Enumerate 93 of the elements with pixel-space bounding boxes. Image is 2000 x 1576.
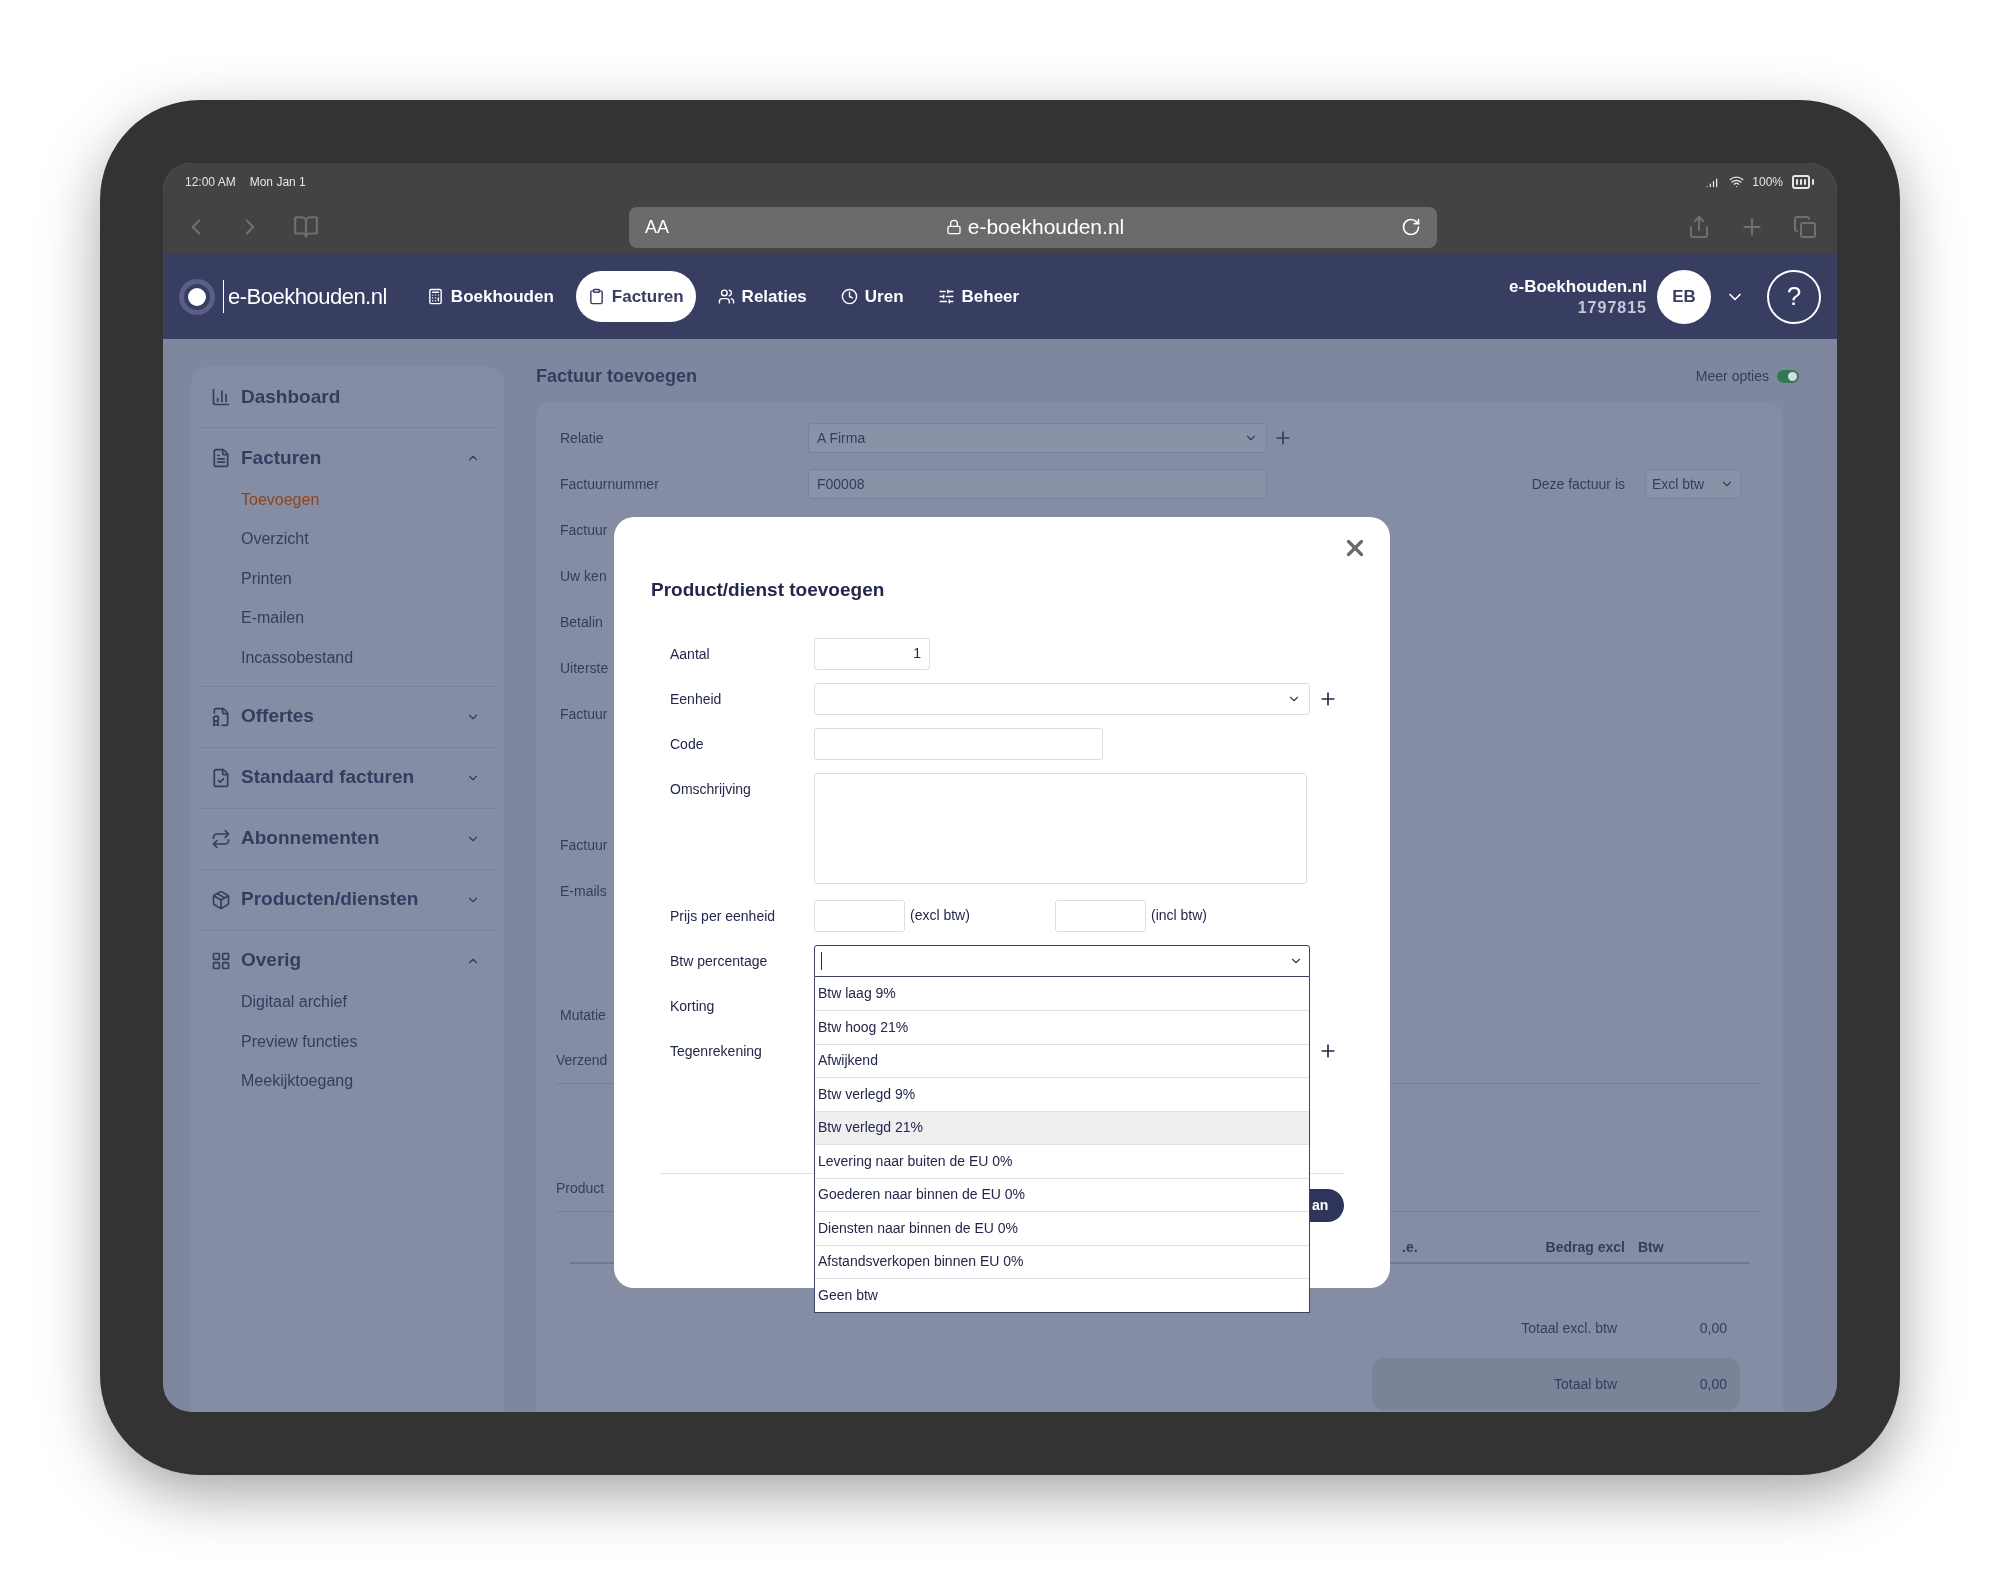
status-date: Mon Jan 1	[249, 173, 306, 191]
total-label: Totaal excl. btw	[1521, 1318, 1617, 1338]
field-label: Omschrijving	[670, 779, 752, 799]
field-label: Tegenrekening	[670, 1041, 763, 1061]
document-icon	[211, 706, 231, 727]
field-label: Deze factuur is	[1531, 474, 1625, 494]
field-suffix: (incl btw)	[1151, 906, 1207, 925]
sidebar-item[interactable]: Abonnementen	[199, 808, 496, 869]
field-label: Eenheid	[670, 689, 723, 709]
select-field[interactable]: A Firma	[808, 423, 1267, 453]
tabs-icon[interactable]	[1793, 215, 1817, 239]
field-label: E-mails	[560, 883, 607, 899]
text-field[interactable]	[814, 727, 1103, 760]
field-label: Factuur	[560, 522, 608, 538]
sidebar-item[interactable]: Offertes	[199, 686, 496, 747]
field-label: Factuur	[560, 837, 608, 853]
clipboard-icon	[587, 288, 605, 305]
total-label: Totaal btw	[1553, 1374, 1617, 1394]
share-icon[interactable]	[1687, 215, 1711, 239]
field-label: Mutatie	[560, 1007, 606, 1023]
section-label: Verzend	[556, 1051, 608, 1070]
repeat-icon	[211, 828, 231, 849]
avatar[interactable]: EB	[1657, 269, 1711, 324]
logo-text: e-Boekhouden.nl	[223, 280, 387, 313]
field-label: Factuur	[560, 706, 608, 722]
sliders-icon	[937, 288, 955, 305]
quantity-field[interactable]: 1	[814, 637, 930, 670]
select-field[interactable]	[814, 682, 1310, 715]
document-check-icon	[211, 767, 231, 788]
field-label: Prijs per eenheid	[670, 906, 777, 926]
text-cursor	[821, 951, 822, 970]
sidebar-item[interactable]: Dashboard	[199, 367, 496, 427]
field-label: Uiterste	[560, 660, 609, 676]
address-bar[interactable]: AA e-boekhouden.nl	[629, 206, 1437, 248]
nav-tab[interactable]: Boekhouden	[414, 271, 566, 322]
field-label: Factuurnummer	[560, 476, 659, 492]
box-icon	[211, 889, 231, 910]
sidebar-item[interactable]: Producten/diensten	[199, 869, 496, 930]
price-incl-field[interactable]	[1055, 899, 1146, 932]
sidebar-subitem[interactable]: Overzicht	[199, 519, 309, 559]
field-suffix: (excl btw)	[910, 906, 971, 925]
clock-icon	[840, 288, 858, 305]
calculator-icon	[426, 288, 444, 305]
sidebar-item[interactable]: Standaard facturen	[199, 747, 496, 808]
column-header: Bedrag excl	[1545, 1238, 1625, 1257]
section-label: Product	[556, 1179, 605, 1198]
reload-icon[interactable]	[1401, 217, 1421, 237]
select-field[interactable]: Excl btw	[1645, 469, 1741, 499]
bar-chart-icon	[211, 387, 231, 407]
sidebar-subitem[interactable]: Incassobestand	[199, 638, 354, 678]
nav-tab[interactable]: Relaties	[705, 271, 819, 322]
sidebar-subitem[interactable]: Meekijktoegang	[199, 1061, 354, 1101]
total-value: 0,00	[1698, 1318, 1727, 1338]
field-label: Code	[670, 734, 705, 754]
nav-tab[interactable]: Uren	[828, 271, 916, 322]
field-label: Betalin	[560, 614, 603, 630]
column-header: .e.	[1402, 1238, 1418, 1257]
submit-button[interactable]: an	[1308, 1188, 1344, 1222]
field-label: Aantal	[670, 644, 711, 664]
nav-tab[interactable]: Facturen	[575, 271, 696, 322]
url-text: e-boekhouden.nl	[967, 214, 1125, 241]
field-label: Btw percentage	[670, 951, 769, 971]
bookmarks-icon[interactable]	[293, 214, 319, 240]
wifi-icon	[1729, 174, 1745, 189]
nav-tab[interactable]: Beheer	[925, 271, 1032, 322]
field-label: Korting	[670, 996, 716, 1016]
vat-select-field[interactable]	[814, 944, 1310, 977]
description-field[interactable]	[814, 772, 1307, 884]
people-icon	[717, 288, 735, 305]
account-name: e-Boekhouden.nl	[1509, 275, 1647, 297]
sidebar-subitem[interactable]: Printen	[199, 559, 292, 599]
total-value: 0,00	[1698, 1374, 1727, 1394]
column-header: Btw	[1637, 1238, 1664, 1257]
status-time: 12:00 AM	[185, 173, 236, 191]
battery-percent: 100%	[1752, 173, 1783, 191]
logo-icon	[179, 278, 215, 315]
field-label: Uw ken	[560, 568, 607, 584]
document-icon	[211, 448, 231, 468]
lock-icon	[945, 219, 962, 235]
modal-title: Product/dienst toevoegen	[651, 579, 885, 600]
sidebar-subitem[interactable]: Preview functies	[199, 1022, 358, 1062]
help-button[interactable]: ?	[1767, 269, 1821, 324]
dropdown-option[interactable]: Btw verlegd 21%	[815, 1110, 1309, 1144]
account-number: 1797815	[1577, 297, 1647, 318]
field-label: Relatie	[560, 430, 604, 446]
toggle-label: Meer opties	[1695, 366, 1769, 386]
price-excl-field[interactable]	[814, 899, 905, 932]
text-size-label[interactable]: AA	[645, 213, 669, 241]
grid-icon	[211, 950, 231, 971]
sidebar-subitem[interactable]: E-mailen	[199, 598, 305, 638]
page-title: Factuur toevoegen	[536, 364, 698, 388]
text-field[interactable]: F00008	[808, 469, 1267, 499]
toggle-switch[interactable]	[1777, 369, 1799, 383]
